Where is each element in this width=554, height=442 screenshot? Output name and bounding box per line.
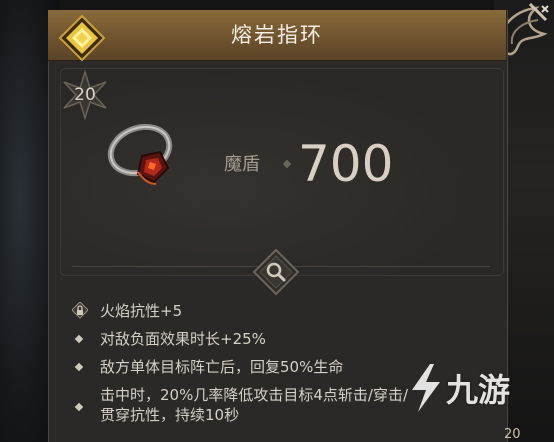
corner-level-badge: 20	[504, 427, 521, 442]
stat-name: 魔盾	[224, 154, 260, 175]
rarity-gem-icon	[58, 14, 106, 62]
9game-logo-icon	[400, 360, 450, 416]
item-name: 熔岩指环	[231, 23, 323, 47]
watermark: 九游	[400, 360, 540, 420]
inspect-button[interactable]	[252, 248, 300, 296]
stat-value: 700	[298, 135, 394, 193]
watermark-text: 九游	[446, 371, 511, 409]
lava-ring-icon	[102, 112, 186, 196]
